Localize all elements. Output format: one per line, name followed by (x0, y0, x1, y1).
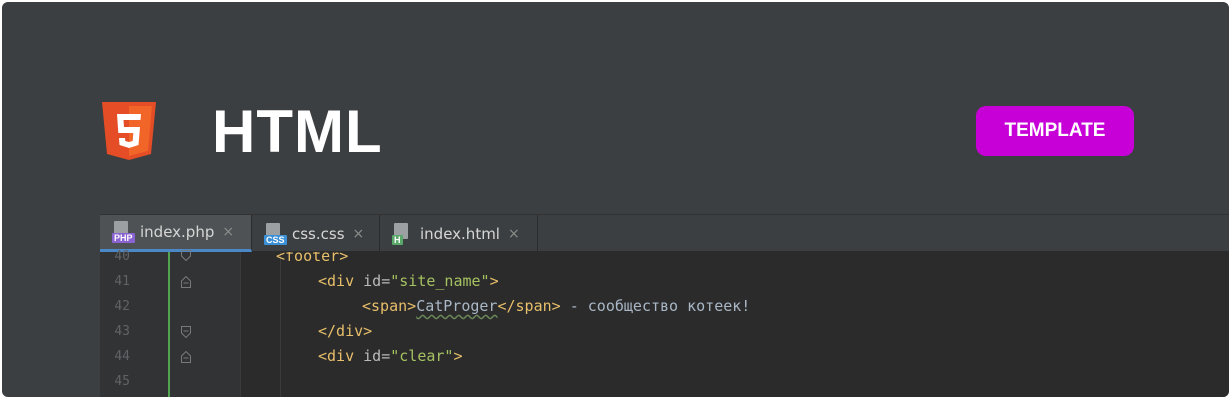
line-number: 42 (114, 299, 130, 314)
line-number: 44 (114, 349, 130, 364)
template-badge[interactable]: TEMPLATE (976, 106, 1134, 156)
code-line-44: <div id="clear"> (318, 347, 463, 365)
close-icon[interactable]: × (353, 226, 365, 242)
tab-label: css.css (292, 224, 345, 243)
php-file-icon: PHP (112, 221, 135, 243)
spellcheck-word: CatProger (416, 297, 498, 315)
code-area[interactable]: <footer> <div id="site_name"> <span>CatP… (240, 252, 1229, 397)
editor-tab-bar: PHP index.php × CSS css.css × H index.ht… (100, 214, 1229, 252)
code-line-42: <span>CatProger</span> - сообщество коте… (362, 297, 751, 315)
close-icon[interactable]: × (222, 224, 234, 240)
line-number: 43 (114, 324, 130, 339)
page-title: HTML (212, 98, 383, 165)
css-file-icon: CSS (264, 222, 287, 245)
fold-end-icon[interactable] (180, 250, 192, 262)
code-editor: PHP index.php × CSS css.css × H index.ht… (100, 214, 1229, 397)
tab-css-css[interactable]: CSS css.css × (252, 215, 380, 252)
fold-start-icon[interactable] (180, 351, 192, 363)
close-icon[interactable]: × (508, 226, 520, 242)
html5-logo-icon (102, 102, 156, 160)
tab-label: index.html (420, 224, 500, 243)
indent-guide (280, 252, 281, 397)
line-number: 45 (114, 374, 130, 389)
tab-index-html[interactable]: H index.html × (380, 215, 538, 252)
code-line-43: </div> (318, 322, 373, 340)
fold-end-icon[interactable] (180, 326, 192, 338)
html-file-icon: H (392, 222, 414, 245)
line-gutter: 40 41 42 43 44 45 (100, 249, 240, 397)
vcs-change-marker (168, 252, 170, 397)
code-line-41: <div id="site_name"> (318, 272, 499, 290)
banner-card: HTML TEMPLATE PHP index.php × CSS css.cs… (2, 2, 1229, 397)
line-number: 41 (114, 274, 130, 289)
tab-label: index.php (140, 223, 215, 241)
line-number: 40 (114, 249, 130, 264)
code-line-40: <footer> (276, 252, 349, 265)
fold-start-icon[interactable] (180, 276, 192, 288)
